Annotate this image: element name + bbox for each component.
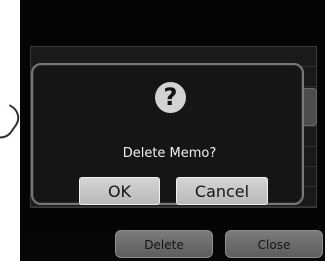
question-circle-icon: ?	[155, 82, 186, 113]
screen-title	[110, 8, 260, 24]
close-button[interactable]: Close	[225, 230, 323, 258]
cancel-button[interactable]: Cancel	[176, 177, 268, 205]
delete-memo-dialog: ? Delete Memo? OK Cancel	[31, 63, 304, 205]
device-frame: Delete Close ? Delete Memo? OK Cancel	[0, 0, 325, 261]
dialog-message: Delete Memo?	[122, 146, 217, 161]
ok-button[interactable]: OK	[79, 177, 160, 205]
delete-button[interactable]: Delete	[115, 230, 213, 258]
